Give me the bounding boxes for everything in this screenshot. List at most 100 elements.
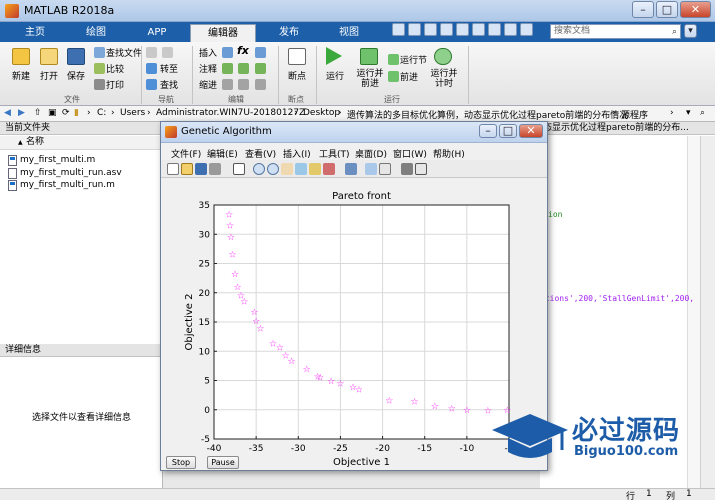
search-documentation-input[interactable]: 搜索文档 ⌕	[550, 24, 681, 39]
save-figure-icon[interactable]	[195, 163, 207, 175]
tab-plots[interactable]: 绘图	[68, 24, 124, 42]
menu-tools[interactable]: 工具(T)	[319, 147, 350, 160]
tab-home[interactable]: 主页	[10, 24, 60, 42]
browse-folder-icon[interactable]: ▣	[48, 108, 57, 118]
open-file-icon[interactable]	[181, 163, 193, 175]
copy-quick-icon[interactable]	[424, 23, 437, 36]
figure-minimize-button[interactable]: –	[479, 124, 497, 138]
insert-colorbar-icon[interactable]	[365, 163, 377, 175]
back-arrow-icon[interactable]: ◀	[4, 108, 11, 118]
hide-plot-tools-icon[interactable]	[401, 163, 413, 175]
print-figure-icon[interactable]	[209, 163, 221, 175]
breadcrumb-desktop[interactable]: Desktop	[303, 108, 340, 118]
find-icon[interactable]	[146, 79, 157, 90]
insert-function-icon[interactable]	[255, 47, 266, 58]
insert-legend-icon[interactable]	[379, 163, 391, 175]
figure-maximize-button[interactable]: □	[499, 124, 517, 138]
comment-button[interactable]: 注释	[199, 62, 217, 75]
find-files-button[interactable]: 查找文件	[106, 46, 142, 59]
stop-button[interactable]: Stop	[166, 456, 196, 469]
new-figure-icon[interactable]	[167, 163, 179, 175]
breadcrumb-user[interactable]: Administrator.WIN7U-20180127Z	[156, 108, 305, 118]
forward-nav-icon[interactable]	[162, 47, 173, 58]
run-advance-button[interactable]: 运行并 前进	[352, 69, 388, 89]
run-and-time-button[interactable]: 运行并 计时	[428, 69, 460, 89]
comment-percent-icon[interactable]	[222, 63, 233, 74]
indent-button[interactable]: 缩进	[199, 78, 217, 91]
new-button[interactable]: 新建	[6, 69, 36, 82]
breadcrumb-users[interactable]: Users	[120, 108, 145, 118]
save-button[interactable]: 保存	[61, 69, 91, 82]
menu-file[interactable]: 文件(F)	[171, 147, 201, 160]
switch-windows-icon[interactable]	[488, 23, 501, 36]
link-plot-icon[interactable]	[345, 163, 357, 175]
decrease-indent-icon[interactable]	[255, 79, 266, 90]
run-icon[interactable]	[326, 47, 342, 65]
print-icon[interactable]	[94, 79, 105, 90]
figure-title-bar[interactable]: Genetic Algorithm – □ ✕	[161, 122, 547, 143]
zoom-in-icon[interactable]	[253, 163, 265, 175]
compare-icon[interactable]	[94, 63, 105, 74]
pan-hand-icon[interactable]	[281, 163, 293, 175]
zoom-out-icon[interactable]	[267, 163, 279, 175]
compare-button[interactable]: 比较	[106, 62, 124, 75]
breakpoints-icon[interactable]	[288, 48, 306, 65]
minimize-button[interactable]: –	[632, 1, 654, 18]
maximize-button[interactable]: □	[656, 1, 678, 18]
brush-icon[interactable]	[323, 163, 335, 175]
address-dropdown-icon[interactable]: ▾	[686, 108, 691, 118]
tab-view[interactable]: 视图	[322, 24, 376, 42]
pause-button[interactable]: Pause	[207, 456, 239, 469]
show-plot-tools-icon[interactable]	[415, 163, 427, 175]
refresh-icon[interactable]: ⟳	[62, 108, 70, 118]
breakpoints-button[interactable]: 断点	[280, 69, 314, 82]
fx-button[interactable]: fx	[237, 44, 249, 57]
save-quick-icon[interactable]	[392, 23, 405, 36]
menu-help[interactable]: 帮助(H)	[433, 147, 465, 160]
new-file-icon[interactable]	[12, 48, 30, 65]
breadcrumb-drive[interactable]: C:	[97, 108, 106, 118]
advance-icon[interactable]	[388, 71, 399, 82]
open-folder-icon[interactable]	[40, 48, 58, 65]
up-folder-icon[interactable]: ⇧	[34, 108, 42, 118]
cut-quick-icon[interactable]	[408, 23, 421, 36]
run-section-icon[interactable]	[388, 54, 399, 65]
menu-window[interactable]: 窗口(W)	[393, 147, 427, 160]
insert-button[interactable]: 插入	[199, 46, 217, 59]
address-search-icon[interactable]: ⌕	[700, 108, 705, 118]
menu-edit[interactable]: 编辑(E)	[207, 147, 238, 160]
ribbon-collapse-icon[interactable]: ▾	[684, 24, 697, 38]
close-button[interactable]: ✕	[680, 1, 711, 18]
help-quick-icon[interactable]	[504, 23, 517, 36]
menu-view[interactable]: 查看(V)	[245, 147, 276, 160]
print-button[interactable]: 打印	[106, 78, 124, 91]
goto-icon[interactable]	[146, 63, 157, 74]
search-icon[interactable]: ⌕	[672, 26, 677, 39]
smart-indent-icon[interactable]	[222, 79, 233, 90]
increase-indent-icon[interactable]	[238, 79, 249, 90]
run-section-button[interactable]: 运行节	[400, 53, 427, 66]
uncomment-icon[interactable]	[238, 63, 249, 74]
tab-editor[interactable]: 编辑器	[190, 24, 256, 42]
run-and-time-icon[interactable]	[434, 48, 452, 65]
editor-tab[interactable]: 态显示优化过程pareto前端的分布...	[540, 122, 715, 135]
dropdown-quick-icon[interactable]	[520, 23, 533, 36]
wrap-comment-icon[interactable]	[255, 63, 266, 74]
save-icon[interactable]	[67, 48, 85, 65]
find-files-icon[interactable]	[94, 47, 105, 58]
open-button[interactable]: 打开	[34, 69, 64, 82]
file-item[interactable]: my_first_multi_run.asv	[20, 168, 122, 178]
paste-quick-icon[interactable]	[440, 23, 453, 36]
figure-close-button[interactable]: ✕	[519, 124, 543, 138]
redo-quick-icon[interactable]	[472, 23, 485, 36]
forward-arrow-icon[interactable]: ▶	[18, 108, 25, 118]
back-nav-icon[interactable]	[146, 47, 157, 58]
menu-insert[interactable]: 插入(I)	[283, 147, 311, 160]
rotate-3d-icon[interactable]	[295, 163, 307, 175]
breadcrumb-source[interactable]: 源程序	[621, 108, 648, 121]
run-button[interactable]: 运行	[320, 69, 350, 82]
undo-quick-icon[interactable]	[456, 23, 469, 36]
find-button[interactable]: 查找	[160, 78, 178, 91]
insert-icon[interactable]	[222, 47, 233, 58]
run-advance-icon[interactable]	[360, 48, 378, 65]
